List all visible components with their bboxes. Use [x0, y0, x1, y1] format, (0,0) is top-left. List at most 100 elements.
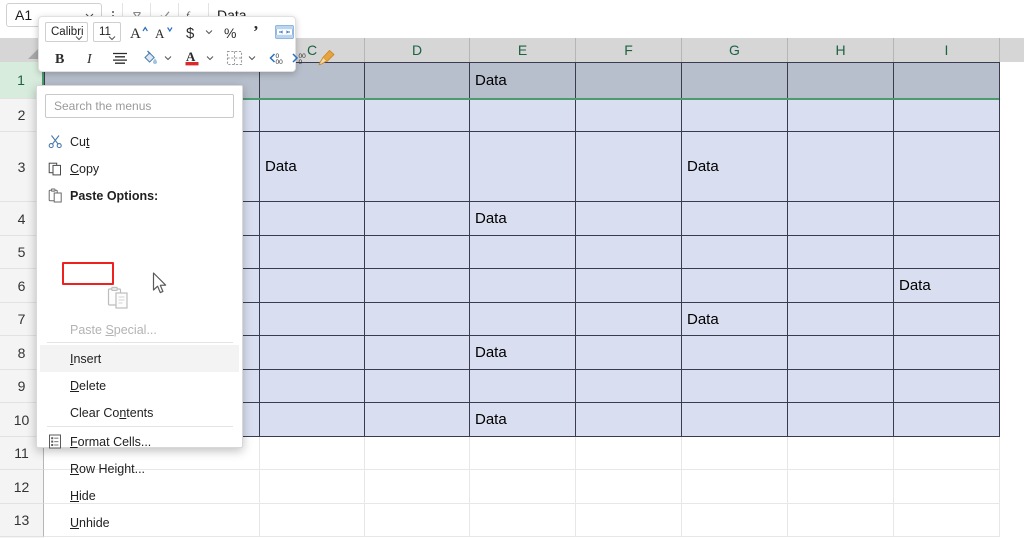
menu-item-row-height[interactable]: Row Height...: [40, 455, 239, 482]
increase-font-size-icon[interactable]: A: [128, 21, 150, 43]
menu-item-insert[interactable]: Insert: [40, 345, 239, 372]
cell-H7[interactable]: [788, 303, 894, 336]
menu-item-clear-contents[interactable]: Clear Contents: [40, 399, 239, 426]
cell-E11[interactable]: [470, 437, 576, 470]
row-header-13[interactable]: 13: [0, 504, 44, 537]
cell-G10[interactable]: [682, 403, 788, 437]
cell-D11[interactable]: [365, 437, 470, 470]
center-align-icon[interactable]: [109, 47, 131, 69]
font-size-combobox[interactable]: 11: [92, 22, 121, 42]
cell-C13[interactable]: [260, 504, 365, 537]
cell-I13[interactable]: [894, 504, 1000, 537]
cell-D13[interactable]: [365, 504, 470, 537]
cell-E8[interactable]: Data: [470, 336, 576, 370]
cell-E6[interactable]: [470, 269, 576, 303]
cell-G2[interactable]: [682, 99, 788, 132]
cell-F8[interactable]: [576, 336, 682, 370]
cell-C10[interactable]: [260, 403, 365, 437]
cell-F13[interactable]: [576, 504, 682, 537]
cell-I10[interactable]: [894, 403, 1000, 437]
cell-E12[interactable]: [470, 470, 576, 504]
cell-G6[interactable]: [682, 269, 788, 303]
fill-color-icon[interactable]: [139, 47, 161, 69]
cell-F12[interactable]: [576, 470, 682, 504]
column-header-F[interactable]: F: [576, 38, 682, 62]
cell-H12[interactable]: [788, 470, 894, 504]
cell-E4[interactable]: Data: [470, 202, 576, 236]
cell-D6[interactable]: [365, 269, 470, 303]
cell-I2[interactable]: [894, 99, 1000, 132]
cell-F2[interactable]: [576, 99, 682, 132]
cell-E3[interactable]: [470, 132, 576, 202]
cell-G13[interactable]: [682, 504, 788, 537]
cell-E9[interactable]: [470, 370, 576, 403]
column-header-J[interactable]: [1000, 38, 1024, 62]
cell-C12[interactable]: [260, 470, 365, 504]
font-color-icon[interactable]: A: [181, 47, 203, 69]
cell-F9[interactable]: [576, 370, 682, 403]
menu-item-hide[interactable]: Hide: [40, 482, 239, 509]
cell-D9[interactable]: [365, 370, 470, 403]
cell-H13[interactable]: [788, 504, 894, 537]
borders-dropdown-icon[interactable]: [245, 47, 259, 69]
menu-item-cut[interactable]: Cut: [40, 128, 239, 155]
formula-input[interactable]: Data: [208, 3, 1018, 27]
cell-H9[interactable]: [788, 370, 894, 403]
row-header-12[interactable]: 12: [0, 470, 44, 504]
cell-G3[interactable]: Data: [682, 132, 788, 202]
cell-D5[interactable]: [365, 236, 470, 269]
cell-H6[interactable]: [788, 269, 894, 303]
percent-style-icon[interactable]: %: [220, 21, 242, 43]
cell-G9[interactable]: [682, 370, 788, 403]
cell-F4[interactable]: [576, 202, 682, 236]
cell-I6[interactable]: Data: [894, 269, 1000, 303]
menu-item-copy[interactable]: Copy: [40, 155, 239, 182]
column-header-G[interactable]: G: [682, 38, 788, 62]
cell-I4[interactable]: [894, 202, 1000, 236]
cell-H1[interactable]: [788, 62, 894, 99]
cell-D10[interactable]: [365, 403, 470, 437]
cell-D8[interactable]: [365, 336, 470, 370]
font-color-dropdown-icon[interactable]: [203, 47, 217, 69]
cell-H11[interactable]: [788, 437, 894, 470]
decrease-decimal-icon[interactable]: 0 00: [265, 47, 287, 69]
cell-I11[interactable]: [894, 437, 1000, 470]
cell-H5[interactable]: [788, 236, 894, 269]
cell-C3[interactable]: Data: [260, 132, 365, 202]
cell-I5[interactable]: [894, 236, 1000, 269]
cell-F7[interactable]: [576, 303, 682, 336]
cell-I1[interactable]: [894, 62, 1000, 99]
cell-H4[interactable]: [788, 202, 894, 236]
cell-D2[interactable]: [365, 99, 470, 132]
cell-F11[interactable]: [576, 437, 682, 470]
cell-G5[interactable]: [682, 236, 788, 269]
accounting-format-icon[interactable]: $: [180, 21, 202, 43]
menu-item-format-cells[interactable]: Format Cells...: [40, 428, 239, 455]
cell-H8[interactable]: [788, 336, 894, 370]
cell-F3[interactable]: [576, 132, 682, 202]
cell-H2[interactable]: [788, 99, 894, 132]
cell-D7[interactable]: [365, 303, 470, 336]
cell-E10[interactable]: Data: [470, 403, 576, 437]
cell-C7[interactable]: [260, 303, 365, 336]
cell-I9[interactable]: [894, 370, 1000, 403]
cell-F5[interactable]: [576, 236, 682, 269]
accounting-dropdown-icon[interactable]: [202, 21, 216, 43]
cell-H3[interactable]: [788, 132, 894, 202]
column-header-E[interactable]: E: [470, 38, 576, 62]
column-header-D[interactable]: D: [365, 38, 470, 62]
decrease-font-size-icon[interactable]: A: [153, 21, 175, 43]
italic-icon[interactable]: I: [79, 47, 101, 69]
cell-G12[interactable]: [682, 470, 788, 504]
cell-I3[interactable]: [894, 132, 1000, 202]
format-painter-icon[interactable]: [316, 47, 338, 69]
comma-style-icon[interactable]: ’: [246, 21, 268, 43]
bold-icon[interactable]: B: [49, 47, 71, 69]
cell-G11[interactable]: [682, 437, 788, 470]
fill-color-dropdown-icon[interactable]: [161, 47, 175, 69]
cell-G4[interactable]: [682, 202, 788, 236]
merge-and-center-icon[interactable]: [273, 21, 295, 43]
cell-C6[interactable]: [260, 269, 365, 303]
cell-I8[interactable]: [894, 336, 1000, 370]
cell-G8[interactable]: [682, 336, 788, 370]
